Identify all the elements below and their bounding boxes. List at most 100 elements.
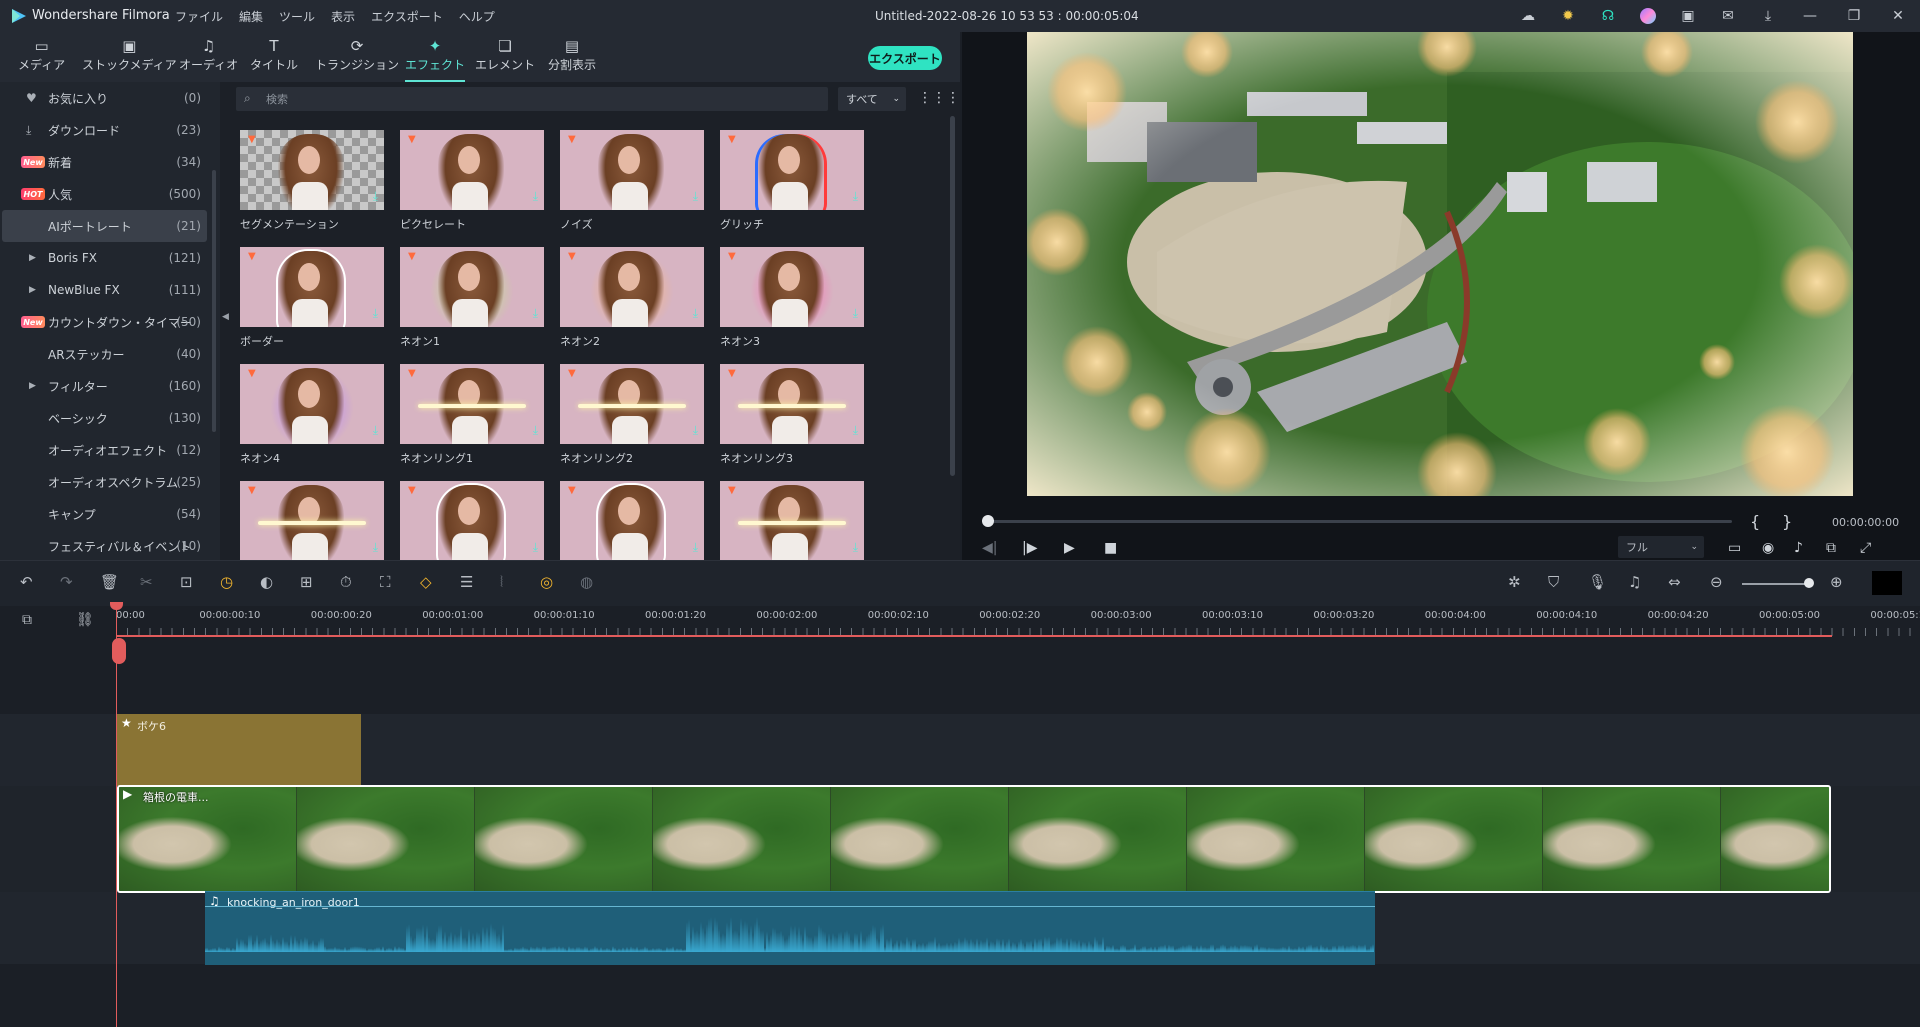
effect-item[interactable]: ▼ ⤓ ネオンリング2 [556, 364, 704, 474]
effect-item[interactable]: ▼ ⤓ ネオン3 [716, 247, 864, 357]
save-icon[interactable]: ▣ [1668, 0, 1708, 32]
playback-scrubber[interactable]: { } 00:00:00:00 [982, 508, 1899, 538]
download-icon[interactable]: ⤓ [693, 423, 698, 438]
marker-icon[interactable]: ⛉ [1548, 573, 1559, 591]
layout-icon[interactable] [1872, 571, 1902, 595]
search-input[interactable] [266, 90, 806, 108]
download-icon[interactable]: ⤓ [533, 306, 538, 321]
effect-item[interactable]: ▼ ⤓ ネオン1 [396, 247, 544, 357]
sidebar-item-festival[interactable]: フェスティバル＆イベント (10) [0, 530, 207, 560]
fullscreen-icon[interactable]: ⤢ [1860, 540, 1871, 556]
playhead-marker[interactable] [112, 638, 126, 664]
download-icon[interactable]: ⤓ [533, 540, 538, 555]
tab-media[interactable]: ▭ メディア [18, 36, 65, 78]
speed-icon[interactable]: ◷ [220, 573, 233, 591]
tab-stock-media[interactable]: ▣ ストックメディア [82, 36, 177, 78]
effect-item[interactable]: ▼ ⤓ ネオン2 [556, 247, 704, 357]
audio-mix-icon[interactable]: ♫ [1628, 573, 1641, 591]
split-track-icon[interactable]: ⇔ [1668, 573, 1681, 591]
menu-help[interactable]: ヘルプ [459, 8, 495, 25]
sidebar-item-boris-fx[interactable]: ▶ Boris FX (121) [0, 242, 207, 274]
step-forward-icon[interactable]: |▶ [1022, 540, 1037, 556]
grid-view-icon[interactable]: ⋮⋮⋮ [918, 90, 960, 106]
microphone-icon[interactable]: 🎙 [1588, 573, 1607, 591]
tab-effects[interactable]: ✦ エフェクト [405, 36, 466, 82]
mark-out-button[interactable]: } [1782, 512, 1792, 531]
menu-view[interactable]: 表示 [331, 8, 355, 25]
zoom-in-icon[interactable]: ⊕ [1830, 573, 1843, 591]
preview-quality-dropdown[interactable]: フル ⌄ [1618, 536, 1704, 558]
effect-item[interactable]: ▼ ⤓ [236, 481, 384, 560]
ai-icon[interactable]: ◎ [540, 573, 553, 591]
menu-tools[interactable]: ツール [279, 8, 315, 25]
sidebar-item-popular[interactable]: HOT 人気 (500) [0, 178, 207, 210]
monitor-icon[interactable]: ▭ [1728, 540, 1741, 556]
sidebar-item-basic[interactable]: ベーシック (130) [0, 402, 207, 434]
sidebar-item-ai-portrait[interactable]: AIポートレート (21) [2, 210, 207, 242]
link-icon[interactable]: ⛓ [76, 612, 94, 628]
stop-icon[interactable]: ■ [1104, 540, 1117, 556]
timeline-ruler[interactable]: 00:00 00:00:00:10 00:00:00:20 00:00:01:00 00… [116, 606, 1920, 637]
sidebar-item-ar-stickers[interactable]: ARステッカー (40) [0, 338, 207, 370]
zoom-slider-knob[interactable] [1804, 578, 1814, 588]
filter-dropdown[interactable]: すべて ⌄ [838, 87, 906, 111]
sidebar-item-favorites[interactable]: ♥ お気に入り (0) [0, 82, 207, 114]
sidebar-item-countdown[interactable]: New カウントダウン・タイマー (50) [0, 306, 207, 338]
restore-icon[interactable]: ❐ [1832, 0, 1876, 32]
effect-item[interactable]: ▼ ⤓ ネオンリング3 [716, 364, 864, 474]
fit-icon[interactable]: ⛶ [380, 573, 391, 591]
download-icon[interactable]: ⤓ [373, 306, 378, 321]
download-icon[interactable]: ⤓ [693, 189, 698, 204]
sidebar-item-audio-spectrum[interactable]: オーディオスペクトラム (25) [0, 466, 207, 498]
expand-caret-icon[interactable]: ▶ [29, 381, 36, 391]
audio-wave-icon[interactable]: ⦚ [500, 573, 503, 591]
zoom-slider-track[interactable] [1742, 583, 1810, 585]
expand-caret-icon[interactable]: ▶ [29, 253, 36, 263]
menu-edit[interactable]: 編集 [239, 8, 263, 25]
minimize-icon[interactable]: — [1788, 0, 1832, 32]
search-box[interactable]: ⌕ [236, 87, 828, 111]
avatar-icon[interactable] [1628, 0, 1668, 32]
effects-scrollbar[interactable] [950, 116, 955, 476]
add-track-icon[interactable]: ⧉ [22, 612, 32, 628]
sidebar-item-camp[interactable]: キャンプ (54) [0, 498, 207, 530]
mark-in-button[interactable]: { [1750, 512, 1760, 531]
snapshot-icon[interactable]: ◉ [1762, 540, 1774, 556]
sidebar-item-audio-effects[interactable]: オーディオエフェクト (12) [0, 434, 207, 466]
effect-item[interactable]: ▼ ⤓ [556, 481, 704, 560]
effect-clip[interactable]: ★ ボケ6 [117, 714, 361, 786]
download-icon[interactable]: ⤓ [853, 423, 858, 438]
effect-item[interactable]: ▼ ⤓ ピクセレート [396, 130, 544, 240]
undo-icon[interactable]: ↶ [20, 573, 33, 591]
sidebar-item-new[interactable]: New 新着 (34) [0, 146, 207, 178]
effect-item[interactable]: ▼ ⤓ ネオン4 [236, 364, 384, 474]
adjust-icon[interactable]: ☰ [460, 573, 473, 591]
tab-titles[interactable]: T タイトル [250, 36, 298, 78]
stabilize-icon[interactable]: ◍ [580, 573, 593, 591]
bulb-icon[interactable]: ✹ [1548, 0, 1588, 32]
step-back-icon[interactable]: ◀| [982, 540, 997, 556]
mail-icon[interactable]: ✉ [1708, 0, 1748, 32]
playhead[interactable] [116, 606, 117, 1027]
download-icon[interactable]: ⤓ [373, 423, 378, 438]
redo-icon[interactable]: ↷ [60, 573, 73, 591]
effect-item[interactable]: ▼ ⤓ [396, 481, 544, 560]
sidebar-item-filters[interactable]: ▶ フィルター (160) [0, 370, 207, 402]
close-icon[interactable]: ✕ [1876, 0, 1920, 32]
download-icon[interactable]: ⤓ [853, 189, 858, 204]
sidebar-item-downloads[interactable]: ⤓ ダウンロード (23) [0, 114, 207, 146]
tab-transitions[interactable]: ⟳ トランジション [315, 36, 399, 78]
cut-icon[interactable]: ✂ [140, 573, 153, 591]
download-icon[interactable]: ⤓ [853, 540, 858, 555]
keyframe-icon[interactable]: ◇ [420, 573, 432, 591]
download-icon[interactable]: ⤓ [373, 189, 378, 204]
sidebar-scrollbar[interactable] [212, 170, 216, 432]
effect-item[interactable]: ▼ ⤓ グリッチ [716, 130, 864, 240]
download-icon[interactable]: ⤓ [533, 189, 538, 204]
delete-icon[interactable]: 🗑 [100, 573, 119, 591]
effect-item[interactable]: ▼ ⤓ [716, 481, 864, 560]
detach-icon[interactable]: ⧉ [1826, 540, 1836, 556]
scrub-knob[interactable] [982, 515, 994, 527]
tab-elements[interactable]: ❏ エレメント [475, 36, 535, 78]
duration-icon[interactable]: ⏱ [340, 573, 352, 591]
